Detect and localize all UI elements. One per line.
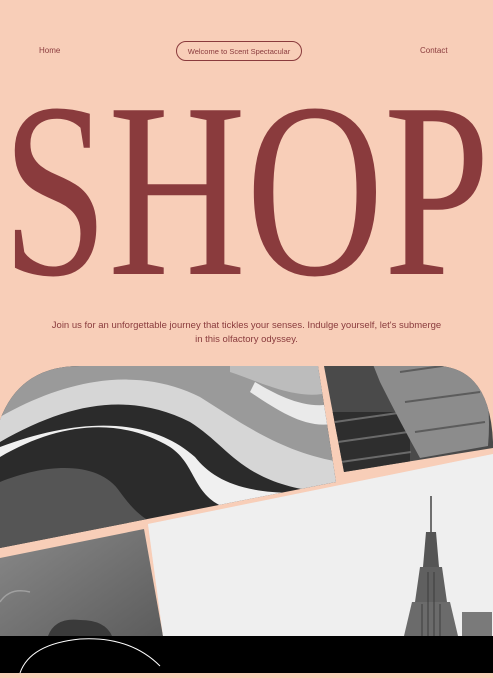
footer-curve-graphic [19,638,161,674]
footer-band [0,636,493,674]
hero-title-graphic: SHOP [2,76,490,291]
welcome-badge[interactable]: Welcome to Scent Spectacular [176,41,302,61]
nav-home-link[interactable]: Home [39,46,60,55]
nav-contact-link[interactable]: Contact [420,46,448,55]
image-gallery [0,366,493,636]
intro-tagline: Join us for an unforgettable journey tha… [51,320,442,345]
hero-title: SHOP [2,76,490,291]
